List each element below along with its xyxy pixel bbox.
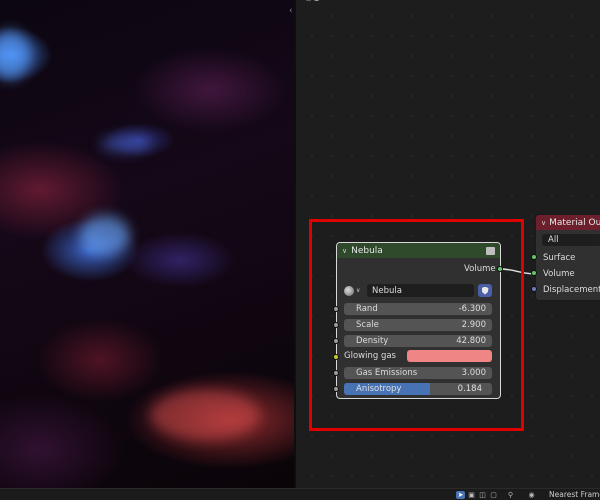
circle-select-icon[interactable]: ▢ — [489, 491, 498, 499]
surface-input-socket[interactable] — [531, 254, 537, 260]
nebula-wisp — [0, 30, 30, 80]
playback-mode[interactable]: Nearest Frame — [549, 490, 600, 499]
target-value: All — [548, 235, 559, 245]
render-viewport[interactable] — [0, 0, 294, 488]
select-cursor-icon[interactable]: ➤ — [456, 491, 465, 499]
snap-icon[interactable]: ◉ — [527, 491, 536, 499]
filter-icon[interactable]: ⚲ — [506, 491, 515, 499]
lasso-select-icon[interactable]: ◫ — [478, 491, 487, 499]
breadcrumb: ▫ ▪ — [306, 0, 319, 4]
nebula-wisp — [100, 135, 150, 153]
displacement-input-label: Displacement — [543, 285, 600, 295]
status-bar: ➤ ▣ ◫ ▢ ⚲ ◉ Nearest Frame — [0, 488, 600, 500]
selection-highlight — [309, 219, 524, 431]
volume-input-socket[interactable] — [531, 270, 537, 276]
nebula-wisp — [150, 390, 260, 440]
target-dropdown[interactable]: All — [542, 234, 600, 246]
chevron-left-icon[interactable]: ‹ — [289, 6, 293, 16]
volume-input-label: Volume — [543, 269, 575, 279]
displacement-input-socket[interactable] — [531, 286, 537, 292]
material-output-header[interactable]: ∨ Material Outp — [536, 215, 600, 230]
material-output-title: Material Outp — [549, 217, 600, 228]
collapse-chevron-icon[interactable]: ∨ — [541, 219, 546, 227]
breadcrumb-icon: ▫ ▪ — [306, 0, 319, 3]
surface-input-label: Surface — [543, 253, 576, 263]
box-select-icon[interactable]: ▣ — [467, 491, 476, 499]
nebula-wisp — [80, 215, 130, 255]
